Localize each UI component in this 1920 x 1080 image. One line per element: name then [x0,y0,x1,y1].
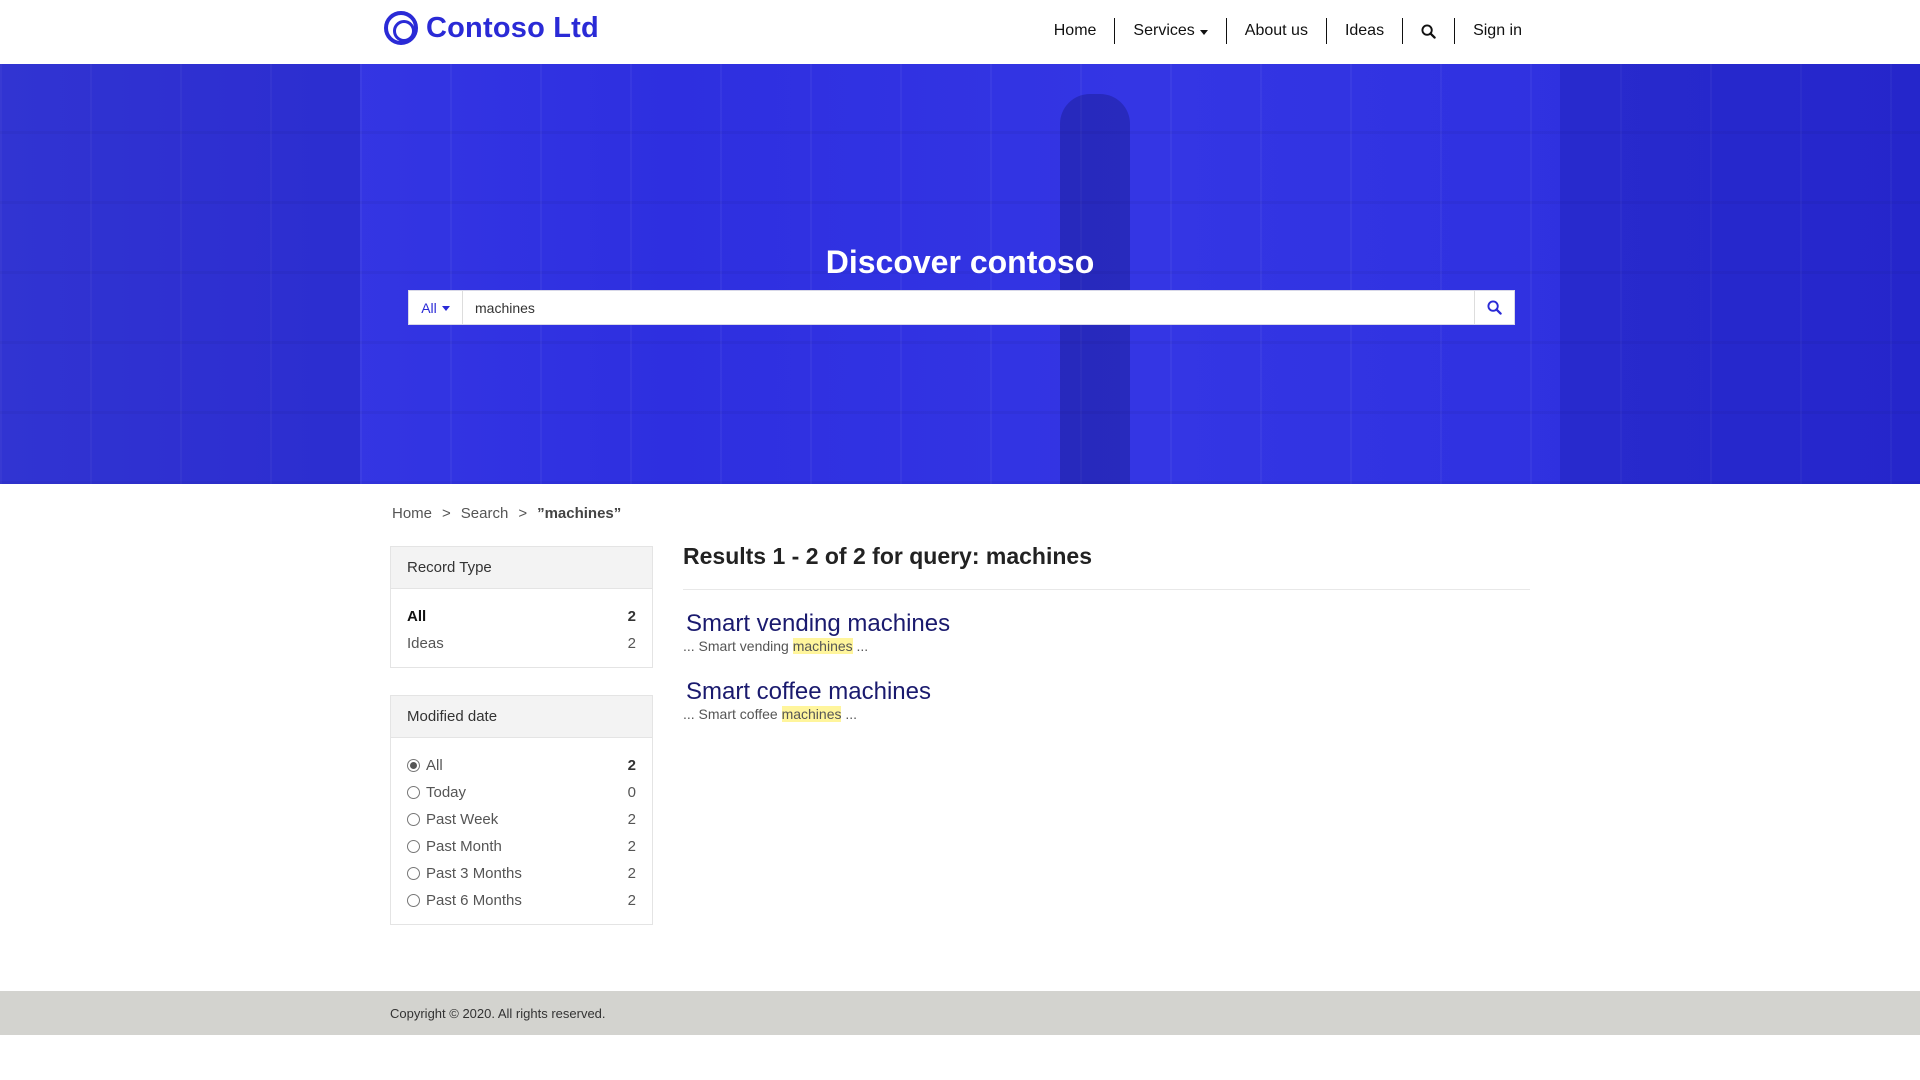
radio-button[interactable] [407,759,420,772]
snippet-highlight: machines [781,706,842,722]
date-filter-label: Today [426,784,467,801]
hero-banner: Discover contoso All [0,64,1920,484]
breadcrumb-search[interactable]: Search [461,505,509,522]
snippet-text: ... Smart vending [683,638,793,654]
contoso-logo-icon [384,11,418,45]
chevron-down-icon [441,306,450,311]
date-filter-count: 2 [627,838,636,855]
record-type-facet: Record Type All 2 Ideas 2 [390,546,653,668]
nav-sign-in[interactable]: Sign in [1454,18,1540,44]
snippet-text: ... [841,706,858,722]
search-scope-dropdown[interactable]: All [409,291,463,324]
date-filter-count: 2 [627,757,636,774]
search-icon [1421,23,1436,39]
main-nav: Home Services About us Ideas Sign in [1036,18,1540,44]
nav-about-label: About us [1244,22,1308,39]
snippet-text: ... [852,638,869,654]
copyright-text: Copyright © 2020. All rights reserved. [390,1006,606,1021]
modified-date-facet: Modified date All 2 Today 0 Past Week 2 … [390,695,653,925]
date-filter-past-month[interactable]: Past Month 2 [407,833,636,860]
date-filter-label: All [426,757,443,774]
facet-item-count: 2 [627,608,636,625]
snippet-text: ... Smart coffee [683,706,782,722]
date-filter-past-3-months[interactable]: Past 3 Months 2 [407,860,636,887]
breadcrumb-separator: > [442,505,451,522]
date-filter-label: Past 3 Months [426,865,522,882]
facet-title: Record Type [391,547,652,589]
nav-search[interactable] [1402,18,1454,44]
facet-item-label: All [407,608,427,625]
result-snippet: ... Smart coffee machines ... [683,706,931,722]
date-filter-label: Past 6 Months [426,892,522,909]
search-result: Smart coffee machines ... Smart coffee m… [683,678,931,722]
site-header: Contoso Ltd Home Services About us Ideas… [0,0,1920,64]
date-filter-past-6-months[interactable]: Past 6 Months 2 [407,887,636,914]
radio-button[interactable] [407,840,420,853]
nav-services[interactable]: Services [1114,18,1225,44]
search-input[interactable] [463,291,1474,324]
breadcrumb-current: ”machines” [537,505,622,522]
date-filter-label: Past Month [426,838,502,855]
search-bar: All [408,290,1515,325]
nav-ideas[interactable]: Ideas [1325,18,1402,44]
facet-title: Modified date [391,696,652,738]
hero-figure-silhouette [1060,94,1130,484]
hero-title: Discover contoso [825,244,1095,280]
nav-sign-in-label: Sign in [1473,22,1522,39]
nav-home-label: Home [1053,22,1097,39]
radio-button[interactable] [407,894,420,907]
result-snippet: ... Smart vending machines ... [683,638,950,654]
date-filter-label: Past Week [426,811,499,828]
date-filter-count: 2 [627,892,636,909]
breadcrumb-separator: > [518,505,528,522]
results-divider [683,589,1530,590]
search-button[interactable] [1474,291,1514,324]
radio-button[interactable] [407,813,420,826]
search-scope-label: All [421,299,437,316]
snippet-highlight: machines [792,638,853,654]
date-filter-count: 2 [627,865,636,882]
date-filter-count: 2 [627,811,636,828]
search-result: Smart vending machines ... Smart vending… [683,610,950,654]
radio-button[interactable] [407,786,420,799]
brand-link[interactable]: Contoso Ltd [384,10,599,46]
nav-services-label: Services [1133,22,1195,39]
facet-item-all[interactable]: All 2 [407,603,636,630]
nav-home[interactable]: Home [1036,18,1115,44]
facet-item-count: 2 [627,635,636,652]
facet-item-label: Ideas [407,635,444,652]
site-footer: Copyright © 2020. All rights reserved. [0,991,1920,1035]
radio-button[interactable] [407,867,420,880]
nav-ideas-label: Ideas [1344,22,1385,39]
chevron-down-icon [1199,29,1208,35]
date-filter-past-week[interactable]: Past Week 2 [407,806,636,833]
results-summary: Results 1 - 2 of 2 for query: machines [683,543,1093,569]
facet-item-ideas[interactable]: Ideas 2 [407,630,636,657]
result-title-link[interactable]: Smart coffee machines [683,678,931,706]
breadcrumb-home[interactable]: Home [392,505,432,522]
date-filter-count: 0 [627,784,636,801]
date-filter-today[interactable]: Today 0 [407,779,636,806]
search-icon [1487,300,1502,315]
nav-about-us[interactable]: About us [1225,18,1326,44]
brand-name: Contoso Ltd [426,11,599,44]
breadcrumb: Home > Search > ”machines” [392,505,621,522]
result-title-link[interactable]: Smart vending machines [683,610,950,638]
date-filter-all[interactable]: All 2 [407,752,636,779]
